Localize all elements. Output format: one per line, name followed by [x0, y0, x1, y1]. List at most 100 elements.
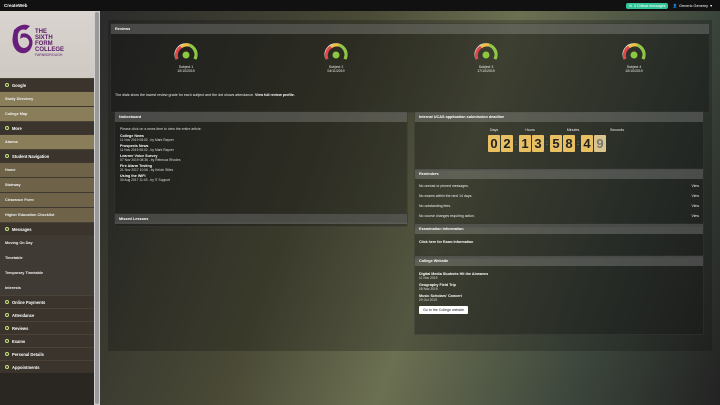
- news-item[interactable]: College News 11 Nov 2019 08:02 - by Mark …: [120, 134, 402, 142]
- sidebar-item-timetable[interactable]: Timetable: [0, 250, 94, 265]
- view-review-profile-link[interactable]: View full review profile.: [255, 93, 295, 97]
- review-gauge-subject-2[interactable]: Subject 2 04/11/2019: [316, 41, 356, 73]
- sidebar-item-label: Higher Education Checklist: [5, 213, 55, 217]
- news-meta: 11 Nov 2019 08:02 - by Mark Rayner: [120, 148, 174, 152]
- review-gauge-subject-4[interactable]: Subject 4 10/10/2019: [614, 41, 654, 73]
- app-title: CreateWeb: [4, 3, 28, 8]
- circle-icon: [5, 227, 9, 231]
- website-news-date: 08 Nov 2019: [419, 287, 438, 291]
- website-news-item[interactable]: Geography Field Trip 08 Nov 2019: [419, 283, 699, 291]
- sidebar-item-alarms[interactable]: Alarms: [0, 134, 94, 149]
- review-gauge-subject-1[interactable]: Subject 1 10/10/2019: [166, 41, 206, 73]
- reminder-text: No course changes requiring action.: [419, 214, 476, 218]
- sidebar-section-attendance[interactable]: Attendance: [0, 308, 94, 321]
- college-logo-graphic: THE SIXTH FORM COLLEGE FARNBOROUGH: [12, 24, 64, 57]
- countdown-digit: 5: [550, 135, 562, 152]
- critical-messages-button[interactable]: ✉ 0 Critical messages: [626, 2, 669, 9]
- news-meta: 11 Nov 2019 08:02 - by Mark Rayner: [120, 138, 174, 142]
- news-item[interactable]: Learner Voice Survey 07 Nov 2019 08:36 - …: [120, 154, 402, 162]
- sidebar-item-label: Timetable: [5, 256, 23, 260]
- sidebar-item-label: Home: [5, 168, 16, 172]
- circle-icon: [5, 300, 9, 304]
- sidebar-scrollbar-thumb[interactable]: [95, 12, 99, 404]
- sidebar-item-moving-on-day[interactable]: Moving On Day: [0, 235, 94, 250]
- countdown-timer: 0 2 : 1 3 : 5 8 : 4 9: [488, 135, 606, 152]
- subject-date: 10/10/2019: [177, 69, 195, 73]
- reviews-note: The dials show the lowest review grade f…: [115, 93, 295, 97]
- sidebar-section-label: Messages: [12, 226, 32, 232]
- reminder-row: No outstanding fees. View: [415, 201, 703, 211]
- sidebar-section-exams[interactable]: Exams: [0, 334, 94, 347]
- reminders-panel: Reminders No unread or pinned messages. V…: [414, 168, 704, 228]
- sidebar-section-label: Exams: [12, 338, 26, 344]
- exam-info-link[interactable]: Click here for Exam Information: [415, 234, 703, 250]
- sidebar-item-temporary-timetable[interactable]: Temporary Timetable: [0, 265, 94, 280]
- news-item[interactable]: Using the WiFi 30 Aug 2017 11:43 - by IT …: [120, 174, 402, 182]
- sidebar-item-label: Interests: [5, 286, 21, 290]
- sidebar-section-student-navigation[interactable]: Student Navigation: [0, 149, 94, 162]
- circle-icon: [5, 83, 9, 87]
- college-website-button[interactable]: Go to the College website: [419, 306, 469, 314]
- sidebar-item-higher-education-checklist[interactable]: Higher Education Checklist: [0, 207, 94, 222]
- sidebar-section-messages[interactable]: Messages: [0, 222, 94, 235]
- sidebar-item-label: Stairway: [5, 183, 21, 187]
- sidebar-section-appointments[interactable]: Appointments: [0, 360, 94, 373]
- sidebar: THE SIXTH FORM COLLEGE FARNBOROUGH Googl…: [0, 11, 94, 405]
- news-item[interactable]: Prospects News 11 Nov 2019 08:02 - by Mar…: [120, 144, 402, 152]
- gauge-dial-icon: [474, 43, 498, 60]
- sidebar-section-label: Reviews: [12, 325, 29, 331]
- reminder-text: No unread or pinned messages.: [419, 184, 469, 188]
- reviews-note-text: The dials show the lowest review grade f…: [115, 93, 255, 97]
- review-gauge-subject-3[interactable]: Subject 3 17/10/2019: [466, 41, 506, 73]
- circle-icon: [5, 339, 9, 343]
- countdown-digit: 2: [501, 135, 513, 152]
- reviews-header: Reviews: [111, 24, 709, 34]
- user-name: Generic Generny: [679, 3, 709, 8]
- minutes-label: Minutes: [566, 128, 580, 132]
- college-logo[interactable]: THE SIXTH FORM COLLEGE FARNBOROUGH: [0, 11, 94, 78]
- circle-icon: [5, 126, 9, 130]
- sidebar-section-label: Attendance: [12, 312, 35, 318]
- sidebar-section-google[interactable]: Google: [0, 78, 94, 91]
- sidebar-item-label: Study Directory: [5, 97, 34, 101]
- sidebar-item-label: Alarms: [5, 140, 18, 144]
- view-link[interactable]: View: [691, 214, 699, 218]
- news-meta: 07 Nov 2019 08:36 - by Rebecca Rhodes: [120, 158, 181, 162]
- missed-lessons-panel: Missed Lessons: [114, 213, 408, 227]
- reminder-row: No exams within the next 14 days. View: [415, 191, 703, 201]
- sidebar-section-label: Student Navigation: [12, 153, 50, 159]
- sidebar-item-interests[interactable]: Interests: [0, 280, 94, 295]
- website-news-date: 29 Oct 2019: [419, 298, 437, 302]
- view-link[interactable]: View: [691, 204, 699, 208]
- website-news-date: 11 Nov 2019: [419, 276, 438, 280]
- sidebar-item-stairway[interactable]: Stairway: [0, 177, 94, 192]
- gauge-dial-icon: [324, 43, 348, 60]
- sidebar-section-online-payments[interactable]: Online Payments: [0, 295, 94, 308]
- sidebar-section-more[interactable]: More: [0, 121, 94, 134]
- sidebar-item-home[interactable]: Home: [0, 162, 94, 177]
- sidebar-item-clearance-form[interactable]: Clearance Form: [0, 192, 94, 207]
- sidebar-section-personal-details[interactable]: Personal Details: [0, 347, 94, 360]
- reminder-text: No outstanding fees.: [419, 204, 452, 208]
- critical-messages-label: 0 Critical messages: [634, 3, 666, 8]
- sidebar-item-college-map[interactable]: College Map: [0, 106, 94, 121]
- sidebar-section-label: More: [12, 125, 22, 131]
- sidebar-section-label: Appointments: [12, 364, 40, 370]
- subject-date: 10/10/2019: [625, 69, 643, 73]
- sidebar-section-reviews[interactable]: Reviews: [0, 321, 94, 334]
- countdown-digit: 9: [594, 135, 606, 152]
- view-link[interactable]: View: [691, 184, 699, 188]
- website-news-item[interactable]: Music Scholars' Concert 29 Oct 2019: [419, 294, 699, 302]
- sidebar-item-study-directory[interactable]: Study Directory: [0, 91, 94, 106]
- subject-date: 17/10/2019: [477, 69, 495, 73]
- sidebar-item-label: Clearance Form: [5, 198, 34, 202]
- view-link[interactable]: View: [691, 194, 699, 198]
- missed-lessons-header: Missed Lessons: [115, 214, 407, 224]
- website-news-item[interactable]: Digital Media Students Hit the Airwaves 1…: [419, 272, 699, 280]
- countdown-labels: Days Hours Minutes Seconds: [488, 128, 630, 132]
- sidebar-section-label: Personal Details: [12, 351, 44, 357]
- user-menu[interactable]: 👤 Generic Generny ▾: [672, 3, 716, 9]
- subject-date: 04/11/2019: [327, 69, 345, 73]
- top-bar: CreateWeb ✉ 0 Critical messages 👤 Generi…: [0, 0, 720, 11]
- news-item[interactable]: Fire Alarm Testing 21 Nov 2017 10:06 - by…: [120, 164, 402, 172]
